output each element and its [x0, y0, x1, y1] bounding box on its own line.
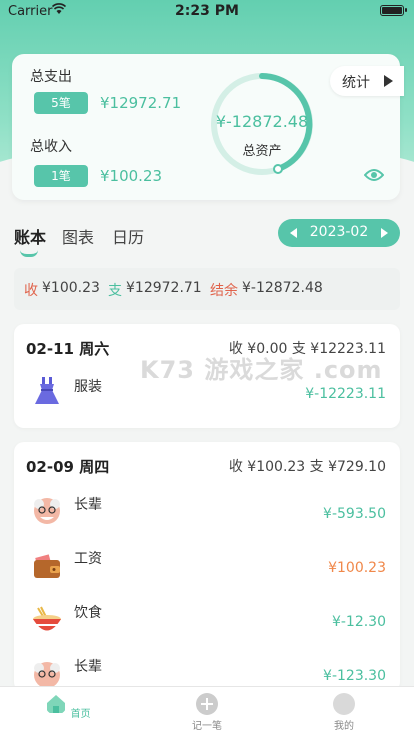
- active-tab-indicator: [20, 250, 38, 257]
- stats-button[interactable]: 统计: [330, 66, 404, 96]
- eye-icon[interactable]: [364, 168, 384, 182]
- play-arrow-icon: [384, 75, 393, 87]
- battery-icon: [380, 5, 407, 16]
- day-summary: 收 ¥100.23 支 ¥729.10: [228, 459, 386, 475]
- tabbar-home[interactable]: 首页: [38, 693, 98, 720]
- entry-amount: ¥-12223.11: [305, 386, 386, 402]
- month-totals: 收 ¥100.23 支 ¥12972.71 结余 ¥-12872.48: [14, 268, 400, 310]
- totals-income-label: 收: [24, 283, 38, 299]
- tabbar-add-label: 记一笔: [192, 721, 222, 732]
- expense-label: 总支出: [30, 69, 72, 85]
- entry-name: 饮食: [74, 605, 102, 621]
- entry-name: 服装: [74, 379, 102, 395]
- noodle-bowl-icon: [33, 606, 61, 631]
- totals-expense: ¥12972.71: [126, 280, 202, 296]
- income-count-badge: 1笔: [34, 165, 88, 187]
- asset-value: ¥-12872.48: [215, 112, 309, 131]
- expense-amount: ¥12972.71: [100, 94, 182, 112]
- stats-label: 统计: [342, 75, 370, 91]
- totals-balance-label: 结余: [210, 283, 238, 299]
- summary-card: 总支出 5笔 ¥12972.71 总收入 1笔 ¥100.23 ¥-12872.…: [12, 54, 404, 200]
- elder-icon: [34, 498, 60, 524]
- totals-expense-label: 支: [108, 283, 122, 299]
- tabbar-profile-label: 我的: [334, 721, 354, 732]
- expense-count-badge: 5笔: [34, 92, 88, 114]
- entry-amount: ¥-593.50: [323, 506, 386, 522]
- totals-income: ¥100.23: [42, 280, 100, 296]
- home-icon: [47, 695, 66, 713]
- tabbar-home-label: 首页: [70, 709, 91, 720]
- month-selector[interactable]: 2023-02: [278, 219, 400, 247]
- entry-name: 长辈: [74, 659, 102, 675]
- day-card[interactable]: 02-09 周四 收 ¥100.23 支 ¥729.10 长辈 ¥-593.50…: [14, 442, 400, 692]
- watermark: K73 游戏之家 .com: [140, 356, 383, 384]
- entry-name: 工资: [74, 551, 102, 567]
- totals-balance: ¥-12872.48: [242, 280, 323, 296]
- wallet-icon: [34, 554, 60, 578]
- day-date: 02-09 周四: [26, 458, 110, 476]
- next-month-icon[interactable]: [381, 228, 388, 238]
- asset-label: 总资产: [242, 144, 282, 159]
- dress-icon: [35, 377, 59, 404]
- tab-ledger[interactable]: 账本: [14, 224, 46, 248]
- entry-amount: ¥100.23: [328, 560, 386, 576]
- tabbar-add[interactable]: 记一笔: [177, 693, 237, 732]
- entry-amount: ¥-123.30: [323, 668, 386, 684]
- add-icon: [196, 693, 218, 715]
- status-time: 2:23 PM: [175, 3, 239, 19]
- bottom-tab-bar: 首页 记一笔 我的: [0, 686, 414, 737]
- tabbar-profile[interactable]: 我的: [314, 693, 374, 732]
- status-bar: Carrier 2:23 PM: [0, 0, 414, 22]
- tab-calendar[interactable]: 日历: [112, 224, 144, 248]
- entry-amount: ¥-12.30: [331, 614, 386, 630]
- tab-chart[interactable]: 图表: [62, 224, 94, 248]
- income-amount: ¥100.23: [100, 167, 163, 185]
- entry-name: 长辈: [74, 497, 102, 513]
- profile-icon: [333, 693, 355, 715]
- income-label: 总收入: [30, 139, 72, 155]
- day-date: 02-11 周六: [26, 340, 110, 358]
